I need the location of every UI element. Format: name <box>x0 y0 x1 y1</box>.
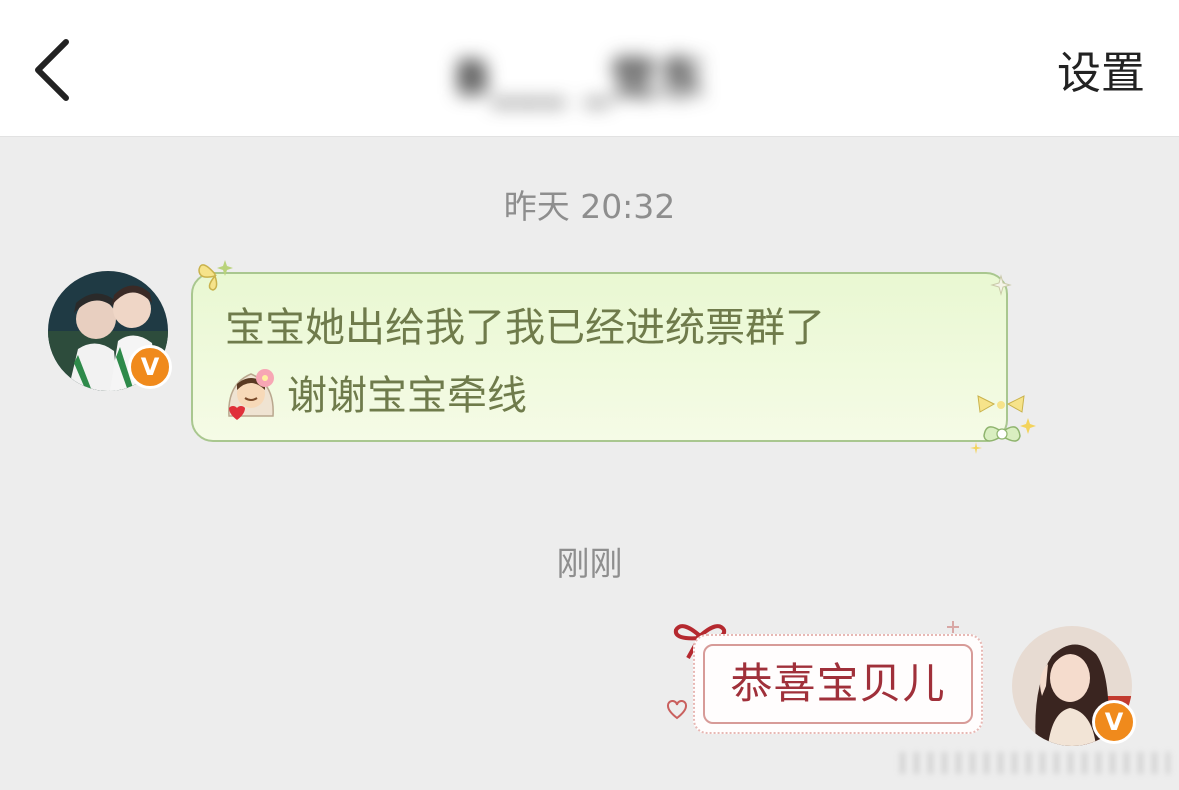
chevron-left-icon <box>35 39 69 101</box>
bride-emoji-icon <box>223 364 279 424</box>
outgoing-message-bubble[interactable]: 恭喜宝贝儿 <box>693 634 983 734</box>
nav-header: B___ _觉东 设置 <box>0 0 1179 137</box>
back-button[interactable] <box>22 30 86 110</box>
star-sticker-icon <box>990 274 1012 300</box>
user-avatar[interactable]: V <box>1012 626 1136 746</box>
message-text: 恭喜宝贝儿 <box>730 659 946 708</box>
butterfly-sticker-icon <box>195 256 237 296</box>
home-indicator <box>900 752 1170 774</box>
heart-outline-icon <box>666 699 688 724</box>
bow-sparkle-sticker-icon <box>968 392 1040 466</box>
verified-badge: V <box>1092 700 1136 744</box>
message-text-line: 谢谢宝宝牵线 <box>287 373 527 419</box>
settings-button[interactable]: 设置 <box>1057 44 1145 104</box>
chat-title: B___ _觉东 <box>455 51 707 105</box>
incoming-message-bubble[interactable]: 宝宝她出给我了我已经进统票群了 谢谢宝宝牵线 <box>191 272 1008 442</box>
message-timestamp: 刚刚 <box>556 544 623 583</box>
contact-avatar[interactable]: V <box>48 271 172 391</box>
message-text-line: 宝宝她出给我了我已经进统票群了 <box>225 305 825 351</box>
message-timestamp: 昨天 20:32 <box>503 187 676 226</box>
verified-badge: V <box>128 345 172 389</box>
